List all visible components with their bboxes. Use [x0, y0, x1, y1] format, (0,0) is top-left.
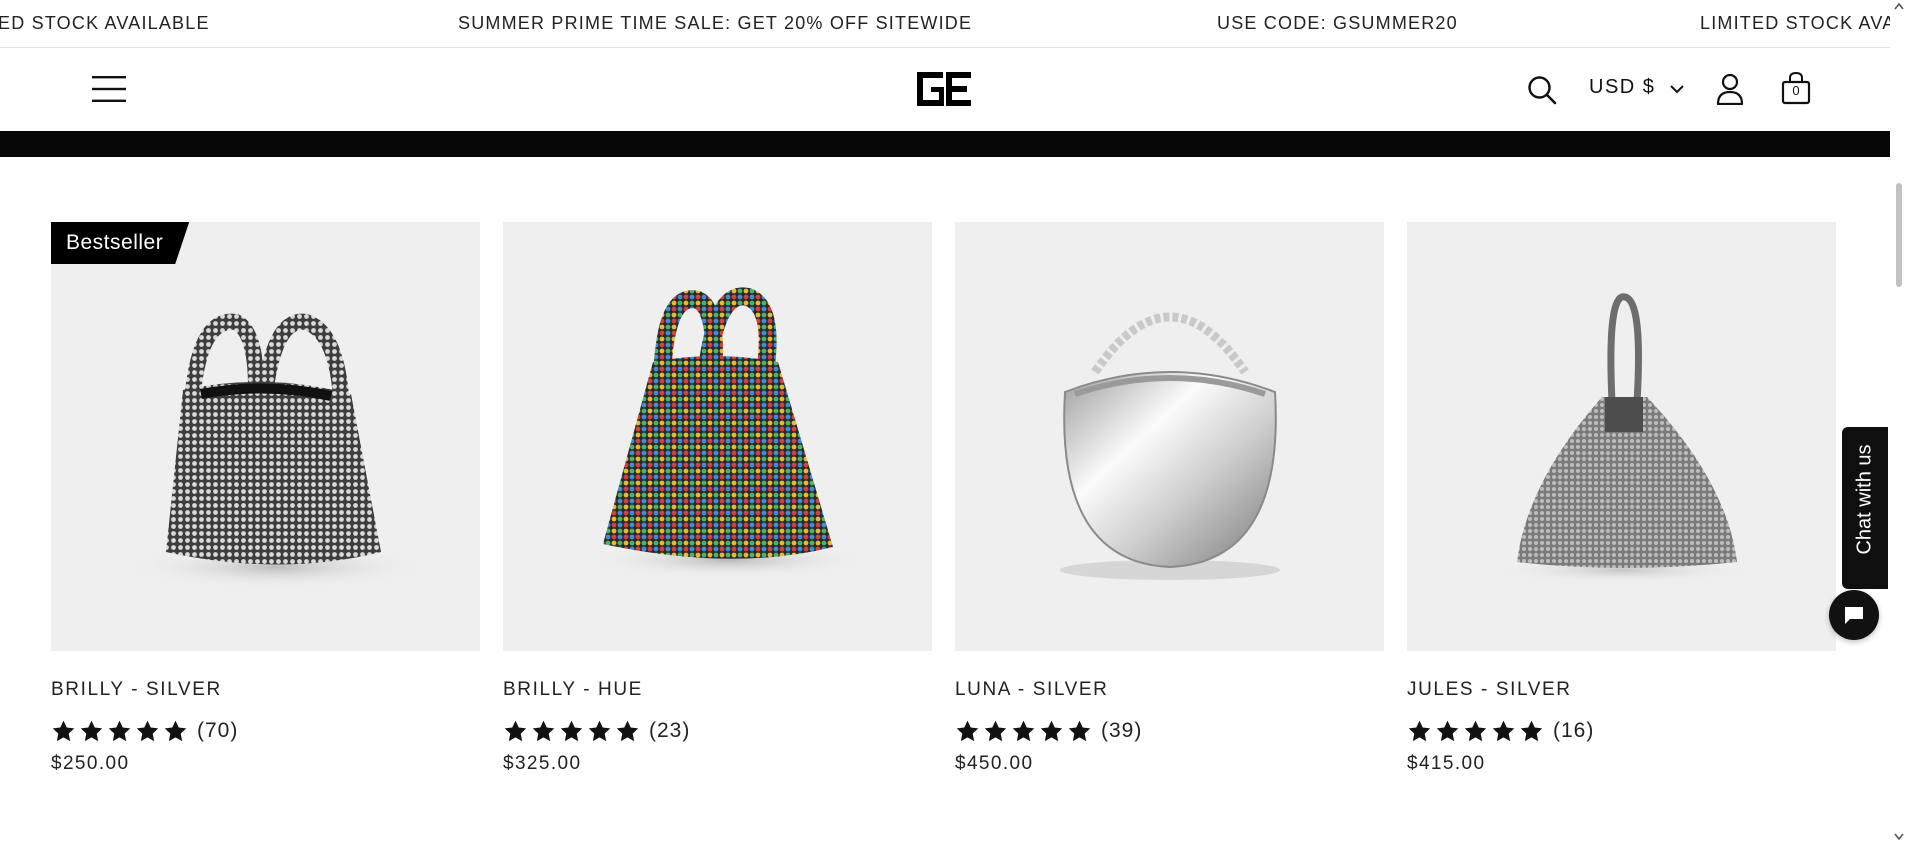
star-rating	[503, 719, 643, 744]
announcement-item: SUMMER PRIME TIME SALE: GET 20% OFF SITE…	[458, 13, 973, 33]
chat-tab[interactable]: Chat with us	[1842, 427, 1888, 589]
star-icon	[80, 720, 103, 741]
product-card[interactable]: Bestseller BRILLY - SILVER (70) $250.00	[51, 222, 480, 775]
scroll-down-icon[interactable]	[1894, 833, 1904, 841]
multicolor-bag-image	[588, 287, 868, 578]
product-card[interactable]: LUNA - SILVER (39) $450.00	[955, 222, 1384, 775]
announcement-item: USE CODE: GSUMMER20	[1217, 13, 1458, 33]
product-rating: (16)	[1407, 717, 1836, 745]
chevron-down-icon	[1670, 85, 1684, 94]
review-count: (23)	[649, 719, 691, 742]
account-icon[interactable]	[1716, 73, 1744, 105]
product-card[interactable]: JULES - SILVER (16) $415.00	[1407, 222, 1836, 775]
hobo-bag-image	[1492, 293, 1752, 584]
announcement-bar: ED STOCK AVAILABLE SUMMER PRIME TIME SAL…	[0, 0, 1890, 48]
star-icon	[1436, 720, 1459, 741]
star-icon	[560, 720, 583, 741]
product-title[interactable]: LUNA - SILVER	[955, 679, 1384, 701]
chat-label: Chat with us	[1853, 444, 1876, 555]
star-icon	[956, 720, 979, 741]
star-icon	[164, 720, 187, 741]
star-icon	[532, 720, 555, 741]
chat-button[interactable]	[1829, 590, 1879, 640]
product-image[interactable]	[503, 222, 932, 651]
product-card[interactable]: BRILLY - HUE (23) $325.00	[503, 222, 932, 775]
product-image[interactable]: Bestseller	[51, 222, 480, 651]
star-icon	[1408, 720, 1431, 741]
star-icon	[984, 720, 1007, 741]
scrollbar-thumb[interactable]	[1896, 183, 1902, 287]
star-icon	[1012, 720, 1035, 741]
hero-banner-edge	[0, 131, 1890, 157]
bestseller-badge: Bestseller	[51, 222, 189, 264]
product-price: $325.00	[503, 753, 582, 774]
product-price: $450.00	[955, 753, 1034, 774]
chrome-bag-image	[1060, 312, 1280, 580]
site-header: USD $ 0	[0, 48, 1890, 131]
star-icon	[588, 720, 611, 741]
star-rating	[955, 719, 1095, 744]
review-count: (70)	[197, 719, 239, 742]
product-rating: (70)	[51, 717, 480, 745]
product-price: $415.00	[1407, 753, 1486, 774]
chat-bubble-icon	[1845, 607, 1863, 624]
search-icon[interactable]	[1527, 75, 1557, 105]
brand-logo[interactable]	[913, 68, 975, 110]
menu-icon[interactable]	[92, 76, 126, 102]
cart-count: 0	[1792, 83, 1800, 98]
product-price: $250.00	[51, 753, 130, 774]
silver-bag-image	[126, 313, 426, 589]
review-count: (16)	[1553, 719, 1595, 742]
star-icon	[504, 720, 527, 741]
scrollbar[interactable]	[1890, 0, 1908, 845]
star-icon	[1464, 720, 1487, 741]
announcement-item: ED STOCK AVAILABLE	[0, 13, 210, 33]
star-rating	[1407, 719, 1547, 744]
product-image[interactable]	[1407, 222, 1836, 651]
star-rating	[51, 719, 191, 744]
star-icon	[108, 720, 131, 741]
star-icon	[1520, 720, 1543, 741]
review-count: (39)	[1101, 719, 1143, 742]
product-title[interactable]: BRILLY - HUE	[503, 679, 932, 701]
star-icon	[1068, 720, 1091, 741]
star-icon	[1492, 720, 1515, 741]
product-rating: (23)	[503, 717, 932, 745]
product-image[interactable]	[955, 222, 1384, 651]
star-icon	[136, 720, 159, 741]
product-title[interactable]: JULES - SILVER	[1407, 679, 1836, 701]
star-icon	[616, 720, 639, 741]
scroll-up-icon[interactable]	[1894, 2, 1904, 10]
product-rating: (39)	[955, 717, 1384, 745]
product-title[interactable]: BRILLY - SILVER	[51, 679, 480, 701]
announcement-item: LIMITED STOCK AVA	[1700, 13, 1890, 33]
star-icon	[52, 720, 75, 741]
star-icon	[1040, 720, 1063, 741]
currency-label: USD $	[1589, 76, 1656, 98]
